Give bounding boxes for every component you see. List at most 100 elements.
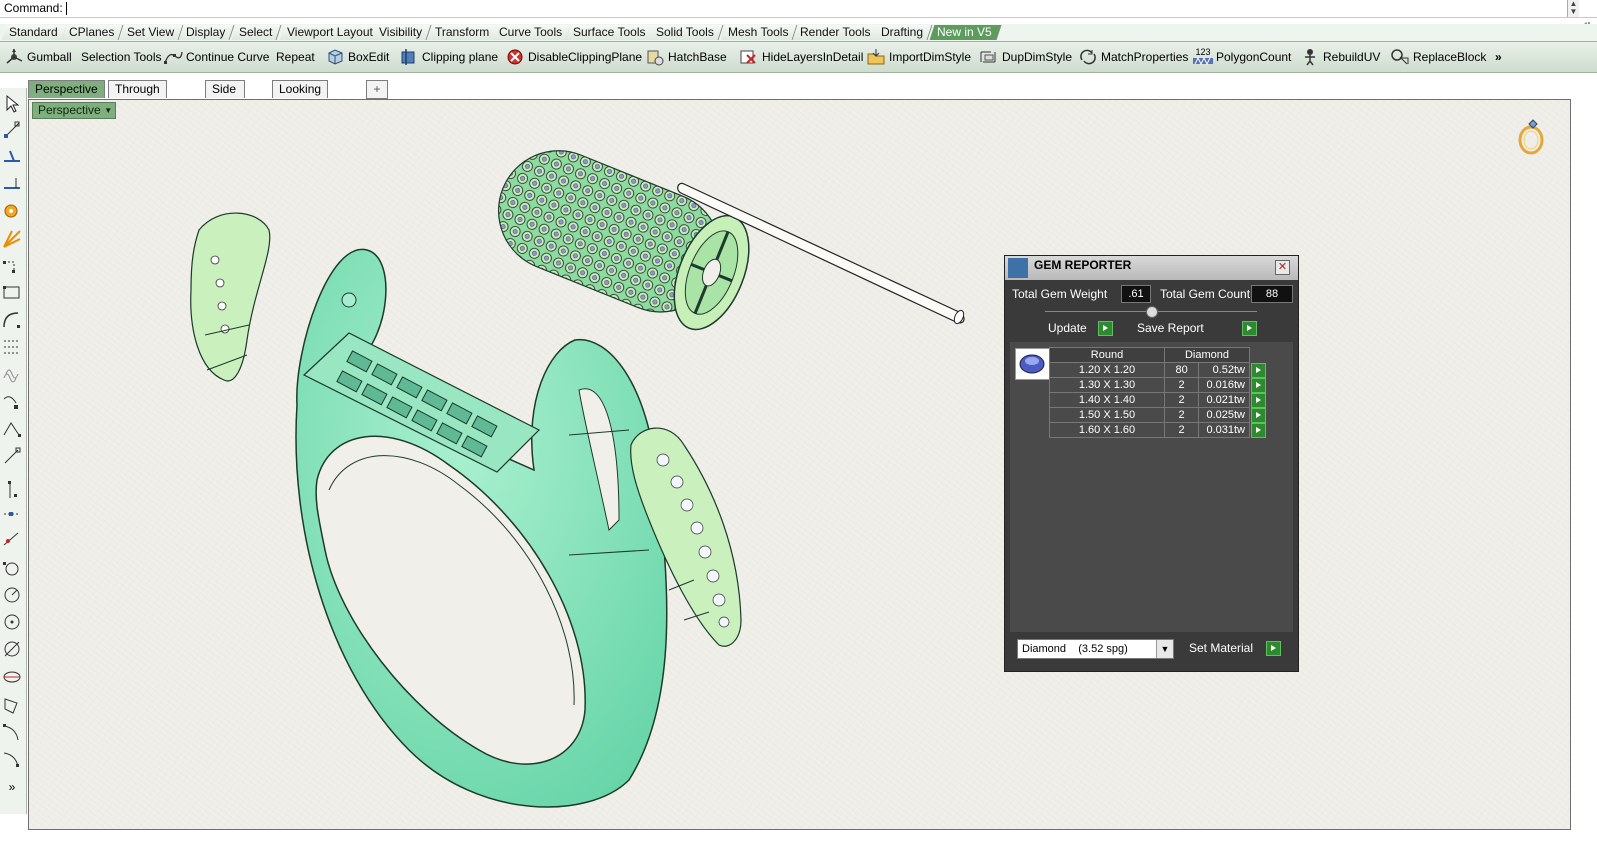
perspective-viewport[interactable]: Perspective ▼ — [28, 99, 1571, 830]
update-button[interactable]: Update — [1048, 320, 1087, 336]
hatchbase-button[interactable]: HatchBase — [645, 48, 727, 66]
gem-weight: 0.52tw — [1198, 362, 1250, 378]
ellipse-icon[interactable] — [2, 667, 22, 687]
command-toolbar: Gumball Selection Tools Continue Curve R… — [0, 42, 1597, 73]
tab-select[interactable]: Select — [231, 25, 282, 40]
table-row[interactable]: 1.60 X 1.60 2 0.031tw — [1049, 422, 1268, 438]
arc-three-point-icon[interactable] — [2, 722, 22, 742]
freeform-icon[interactable] — [2, 391, 22, 411]
viewport-tab-perspective[interactable]: Perspective — [28, 80, 105, 98]
table-row[interactable]: 1.40 X 1.40 2 0.021tw — [1049, 392, 1268, 408]
arc-end-icon[interactable] — [2, 749, 22, 769]
update-play-icon[interactable] — [1098, 321, 1113, 336]
tab-mesh-tools[interactable]: Mesh Tools — [720, 25, 798, 40]
gem-shape-thumbnail-icon[interactable] — [1015, 348, 1050, 380]
triangle-curve-icon[interactable] — [2, 419, 22, 439]
explode-icon[interactable] — [2, 229, 22, 249]
set-material-button[interactable]: Set Material — [1189, 640, 1253, 656]
circle-icon[interactable] — [2, 558, 22, 578]
import-dimstyle-button[interactable]: ImportDimStyle — [866, 48, 971, 66]
row-play-icon[interactable] — [1251, 362, 1266, 378]
continue-curve-button[interactable]: Continue Curve — [163, 48, 269, 66]
save-report-label: Save Report — [1137, 321, 1204, 335]
wave-icon[interactable] — [2, 364, 22, 384]
trim-icon[interactable] — [2, 529, 22, 549]
save-report-play-icon[interactable] — [1242, 321, 1257, 336]
viewport-tab-through-finger[interactable]: Through Finger — [108, 80, 167, 113]
replace-block-button[interactable]: ReplaceBlock — [1390, 48, 1486, 66]
table-row[interactable]: 1.50 X 1.50 2 0.025tw — [1049, 407, 1268, 423]
boxedit-button[interactable]: BoxEdit — [325, 48, 389, 66]
gem-table: Round Diamond 1.20 X 1.20 80 0.52tw 1.30… — [1049, 347, 1268, 438]
command-input[interactable] — [66, 1, 1566, 15]
vertical-line-icon[interactable] — [2, 480, 22, 500]
left-toolbar: » — [0, 88, 27, 814]
tab-display[interactable]: Display — [178, 25, 235, 40]
polygon-count-button[interactable]: 123 PolygonCount — [1193, 48, 1291, 66]
ring-model[interactable] — [29, 100, 1570, 829]
tab-render-tools[interactable]: Render Tools — [792, 25, 880, 40]
tab-cplanes[interactable]: CPlanes — [61, 25, 124, 40]
table-row[interactable]: 1.30 X 1.30 2 0.016tw — [1049, 377, 1268, 393]
viewport-tab-looking-down[interactable]: Looking Down — [272, 80, 329, 113]
gumball-button[interactable]: Gumball — [4, 48, 72, 66]
tab-viewport-layout[interactable]: Viewport Layout — [279, 25, 383, 40]
row-play-icon[interactable] — [1251, 392, 1266, 408]
disable-clipping-plane-button[interactable]: DisableClippingPlane — [505, 48, 642, 66]
tab-standard[interactable]: Standard — [1, 25, 68, 40]
gem-reporter-titlebar[interactable]: GEM REPORTER ✕ — [1005, 256, 1298, 280]
expand-toolbar-icon[interactable]: » — [2, 780, 22, 800]
polygon-icon[interactable] — [2, 695, 22, 715]
clipping-plane-button[interactable]: Clipping plane — [399, 48, 498, 66]
circle-radius-icon[interactable] — [2, 585, 22, 605]
tab-surface-tools[interactable]: Surface Tools — [565, 25, 655, 40]
tab-solid-tools[interactable]: Solid Tools — [648, 25, 724, 40]
gem-reporter-title: GEM REPORTER — [1034, 258, 1132, 272]
circle-tangent-icon[interactable] — [2, 639, 22, 659]
rectangle-icon[interactable] — [2, 283, 22, 303]
dup-dimstyle-button[interactable]: DupDimStyle — [979, 48, 1072, 66]
select-arrow-icon[interactable] — [2, 94, 22, 114]
save-report-button[interactable]: Save Report — [1137, 320, 1204, 336]
close-icon[interactable]: ✕ — [1275, 260, 1290, 275]
repeat-button[interactable]: Repeat — [276, 48, 315, 66]
circle-center-icon[interactable] — [2, 612, 22, 632]
control-points-icon[interactable] — [2, 337, 22, 357]
gear-icon[interactable] — [2, 201, 22, 221]
rebuild-uv-button[interactable]: RebuildUV — [1300, 48, 1380, 66]
material-select[interactable]: Diamond (3.52 spg) ▼ — [1017, 639, 1174, 659]
tab-new-in-v5[interactable]: New in V5 — [929, 25, 1002, 40]
tab-transform[interactable]: Transform — [427, 25, 499, 40]
tab-drafting[interactable]: Drafting — [873, 25, 933, 40]
row-play-icon[interactable] — [1251, 407, 1266, 423]
command-scroll[interactable]: ▲ ▼ — [1567, 0, 1579, 17]
match-properties-button[interactable]: MatchProperties — [1078, 48, 1188, 66]
tab-visibility[interactable]: Visibility — [371, 25, 432, 40]
gem-size: 1.60 X 1.60 — [1049, 422, 1165, 438]
tab-curve-tools[interactable]: Curve Tools — [491, 25, 572, 40]
gem-reporter-panel: GEM REPORTER ✕ Total Gem Weight .61 Tota… — [1004, 255, 1299, 672]
hide-layers-in-detail-button[interactable]: HideLayersInDetail — [739, 48, 863, 66]
polyline-icon[interactable] — [2, 147, 22, 167]
tab-set-view[interactable]: Set View — [119, 25, 184, 40]
set-material-play-icon[interactable] — [1266, 641, 1281, 656]
curve-icon[interactable] — [2, 256, 22, 276]
arc-icon[interactable] — [2, 310, 22, 330]
point-icon[interactable] — [2, 120, 22, 140]
viewport-tab-side-view[interactable]: Side View — [205, 80, 245, 113]
gem-slider-knob[interactable] — [1146, 306, 1158, 318]
gem-count: 2 — [1163, 422, 1200, 438]
gem-size: 1.50 X 1.50 — [1049, 407, 1165, 423]
connect-line-icon[interactable] — [2, 504, 22, 524]
add-viewport-tab-button[interactable]: + — [366, 80, 388, 99]
line-segment-icon[interactable] — [2, 446, 22, 466]
gem-size: 1.30 X 1.30 — [1049, 377, 1165, 393]
selection-tools-button[interactable]: Selection Tools — [81, 48, 162, 66]
row-play-icon[interactable] — [1251, 377, 1266, 393]
line-icon[interactable] — [2, 174, 22, 194]
row-play-icon[interactable] — [1251, 422, 1266, 438]
total-gem-count-value: 88 — [1251, 285, 1293, 303]
table-row[interactable]: 1.20 X 1.20 80 0.52tw — [1049, 362, 1268, 378]
more-tools-button[interactable]: » — [1495, 48, 1502, 66]
command-bar: Command: ▲ ▼ — [0, 0, 1597, 18]
